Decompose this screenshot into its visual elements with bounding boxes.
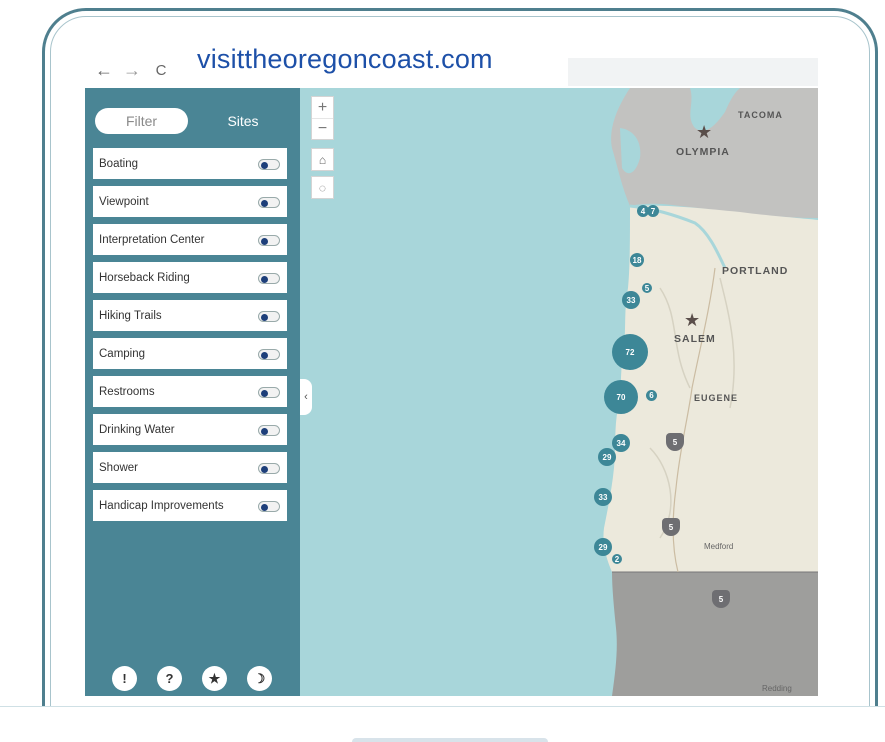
filter-sidebar: Filter Sites Boating Viewpoint Interpret… (85, 88, 300, 696)
tab-sites[interactable]: Sites (203, 108, 283, 134)
filter-label: Restrooms (99, 385, 155, 398)
toggle-switch[interactable] (258, 235, 280, 246)
site-cluster[interactable]: 34 (612, 434, 630, 452)
highway-shield-icon: 5 (662, 518, 680, 536)
toggle-switch[interactable] (258, 159, 280, 170)
reload-icon[interactable]: C (151, 62, 171, 79)
city-label-tacoma: TACOMA (738, 110, 783, 120)
bottom-band (0, 706, 885, 742)
arrow-right-icon[interactable]: → (122, 60, 142, 81)
site-cluster[interactable]: 6 (646, 390, 657, 401)
filter-interpretation-center: Interpretation Center (93, 224, 287, 255)
arrow-left-icon[interactable]: ← (94, 60, 114, 81)
site-cluster[interactable]: 7 (647, 205, 659, 217)
site-cluster[interactable]: 18 (630, 253, 644, 267)
address-bar[interactable] (568, 58, 818, 86)
home-icon[interactable]: ⌂ (311, 148, 334, 171)
filter-label: Boating (99, 157, 139, 170)
scroll-indicator[interactable] (352, 738, 548, 742)
filter-restrooms: Restrooms (93, 376, 287, 407)
toggle-switch[interactable] (258, 463, 280, 474)
filter-drinking-water: Drinking Water (93, 414, 287, 445)
chevron-left-icon[interactable]: ‹ (300, 379, 312, 415)
city-label-portland: PORTLAND (722, 265, 789, 277)
site-cluster[interactable]: 2 (612, 554, 622, 564)
city-label-medford: Medford (704, 542, 734, 551)
filter-label: Horseback Riding (99, 271, 190, 284)
toggle-switch[interactable] (258, 387, 280, 398)
filter-handicap-improvements: Handicap Improvements (93, 490, 287, 521)
site-cluster[interactable]: 29 (598, 448, 616, 466)
filter-label: Interpretation Center (99, 233, 205, 246)
toggle-switch[interactable] (258, 425, 280, 436)
city-label-olympia: OLYMPIA (676, 146, 730, 158)
filter-list: Boating Viewpoint Interpretation Center … (93, 148, 287, 528)
tab-filter[interactable]: Filter (95, 108, 188, 134)
toggle-switch[interactable] (258, 273, 280, 284)
filter-label: Handicap Improvements (99, 499, 224, 512)
highway-shield-icon: 5 (712, 590, 730, 608)
site-cluster[interactable]: 72 (612, 334, 648, 370)
sidebar-bottom-buttons: ! ? ★ ☽ (112, 666, 272, 692)
filter-shower: Shower (93, 452, 287, 483)
filter-label: Viewpoint (99, 195, 149, 208)
filter-camping: Camping (93, 338, 287, 369)
sidebar-tabs: Filter Sites (95, 108, 283, 134)
help-icon[interactable]: ? (157, 666, 182, 691)
filter-label: Hiking Trails (99, 309, 162, 322)
toggle-switch[interactable] (258, 349, 280, 360)
locate-icon[interactable]: ◌ (311, 176, 334, 199)
filter-viewpoint: Viewpoint (93, 186, 287, 217)
toggle-switch[interactable] (258, 311, 280, 322)
filter-label: Shower (99, 461, 138, 474)
star-icon[interactable]: ★ (202, 666, 227, 691)
filter-boating: Boating (93, 148, 287, 179)
filter-horseback-riding: Horseback Riding (93, 262, 287, 293)
map-view[interactable]: ★ TACOMA OLYMPIA PORTLAND ★ SALEM EUGENE… (300, 88, 818, 696)
zoom-out-button[interactable]: − (312, 118, 333, 139)
map-basemap (603, 88, 818, 696)
info-icon[interactable]: ! (112, 666, 137, 691)
city-label-salem: SALEM (674, 333, 716, 345)
city-label-eugene: EUGENE (694, 393, 739, 403)
toggle-switch[interactable] (258, 197, 280, 208)
moon-icon[interactable]: ☽ (247, 666, 272, 691)
zoom-controls: + − (311, 96, 334, 140)
filter-label: Drinking Water (99, 423, 175, 436)
filter-hiking-trails: Hiking Trails (93, 300, 287, 331)
site-cluster[interactable]: 33 (622, 291, 640, 309)
site-cluster[interactable]: 29 (594, 538, 612, 556)
capital-star-icon: ★ (696, 122, 713, 142)
toggle-switch[interactable] (258, 501, 280, 512)
capital-star-icon: ★ (684, 310, 701, 330)
highway-shield-icon: 5 (666, 433, 684, 451)
city-label-redding: Redding (762, 684, 792, 693)
site-cluster[interactable]: 70 (604, 380, 638, 414)
zoom-in-button[interactable]: + (312, 97, 333, 118)
site-cluster[interactable]: 5 (642, 283, 652, 293)
site-cluster[interactable]: 33 (594, 488, 612, 506)
filter-label: Camping (99, 347, 146, 360)
url-text[interactable]: visittheoregoncoast.com (197, 44, 493, 75)
